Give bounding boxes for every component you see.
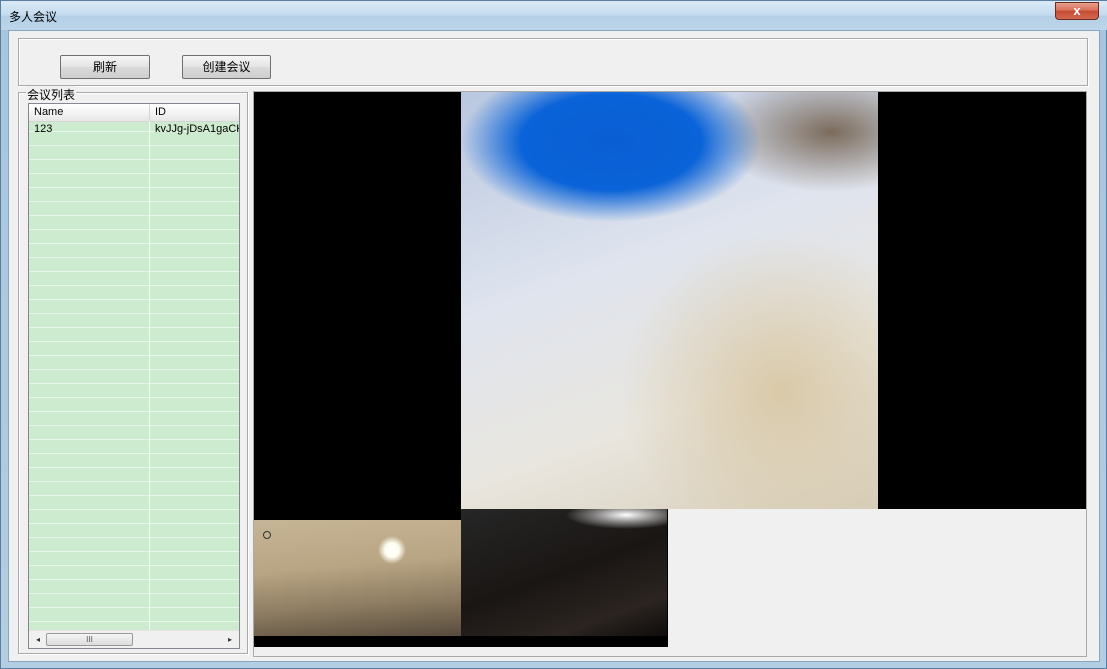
create-meeting-button[interactable]: 创建会议	[182, 55, 271, 79]
list-item[interactable]: 123 kvJJg-jDsA1gaCK	[29, 122, 240, 136]
participant-strip	[254, 509, 668, 647]
title-bar[interactable]: 多人会议 x	[1, 1, 1107, 30]
participant-video-2[interactable]	[461, 509, 667, 636]
window-frame: 多人会议 x 刷新 创建会议 会议列表 Name ID 123 kvJJg-jD…	[0, 0, 1107, 669]
participant-video-1[interactable]	[254, 520, 461, 636]
horizontal-scrollbar[interactable]: ◂ III ▸	[29, 630, 239, 648]
refresh-button[interactable]: 刷新	[60, 55, 150, 79]
meeting-list-label: 会议列表	[26, 86, 77, 103]
scroll-left-icon[interactable]: ◂	[31, 633, 45, 646]
meeting-list-group: 会议列表 Name ID 123 kvJJg-jDsA1gaCK ◂ III ▸	[18, 86, 248, 654]
scroll-thumb[interactable]: III	[46, 633, 133, 646]
main-video-feed	[461, 92, 878, 509]
video-area	[253, 91, 1087, 657]
meeting-list[interactable]: Name ID 123 kvJJg-jDsA1gaCK ◂ III ▸	[28, 103, 240, 649]
meeting-name-cell: 123	[34, 123, 53, 135]
close-icon: x	[1073, 3, 1081, 18]
window-title: 多人会议	[9, 10, 58, 24]
client-area: 刷新 创建会议 会议列表 Name ID 123 kvJJg-jDsA1gaCK…	[8, 30, 1100, 662]
toolbar-group: 刷新 创建会议	[18, 38, 1088, 86]
column-header-id[interactable]: ID	[150, 104, 239, 121]
column-divider	[149, 121, 150, 631]
scroll-right-icon[interactable]: ▸	[223, 633, 237, 646]
main-video-view[interactable]	[254, 92, 1086, 509]
column-header-name[interactable]: Name	[29, 104, 150, 121]
list-header: Name ID	[29, 104, 239, 122]
close-button[interactable]: x	[1055, 2, 1099, 20]
meeting-id-cell: kvJJg-jDsA1gaCK	[155, 123, 240, 135]
camera-indicator-icon	[263, 531, 271, 539]
